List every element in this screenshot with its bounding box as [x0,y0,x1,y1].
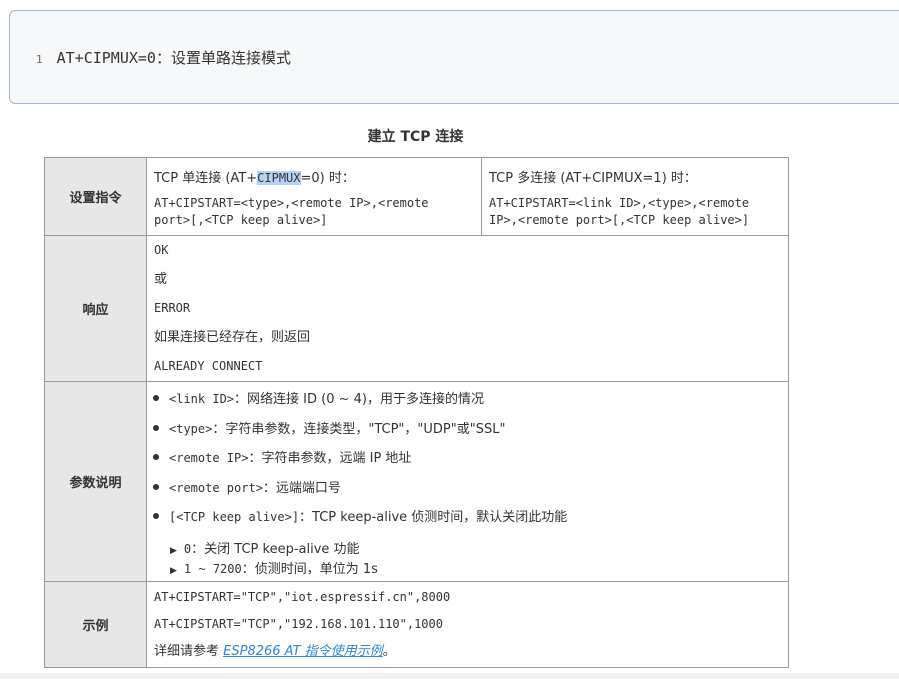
line-number: 1 [36,53,43,66]
multi-command: AT+CIPSTART=<link ID>,<type>,<remote IP>… [489,196,750,227]
cipmux-highlight: CIPMUX [257,171,301,185]
bullet-icon [153,483,159,490]
param-item: <type>：字符串参数，连接类型，"TCP"，"UDP"或"SSL" [147,415,782,445]
bullet-icon [153,395,159,401]
header-set-command: 设置指令 [44,157,147,236]
param-item: [<TCP keep alive>]：TCP keep-alive 侦测时间，默… [147,503,782,533]
cell-params: <link ID>：网络连接 ID (0 ~ 4)，用于多连接的情况 <type… [146,381,789,582]
row-example: 示例 AT+CIPSTART="TCP","iot.espressif.cn",… [44,581,789,668]
header-response: 响应 [44,235,147,382]
param-item: <remote IP>：字符串参数，远端 IP 地址 [147,444,782,474]
response-or: 或 [154,272,168,287]
row-response: 响应 OK 或 ERROR 如果连接已经存在，则返回 ALREADY CONNE… [44,235,789,382]
response-error: ERROR [154,301,191,315]
response-already-connect: ALREADY CONNECT [154,359,263,373]
bullet-icon [153,454,159,460]
example-command-1: AT+CIPSTART="TCP","iot.espressif.cn",800… [154,590,451,604]
triangle-right-icon: ▶ [170,545,177,556]
code-line: 1 AT+CIPMUX=0：设置单路连接模式 [36,47,291,68]
tcp-connection-table: 设置指令 TCP 单连接 (AT+CIPMUX=0) 时： AT+CIPSTAR… [44,157,789,668]
bullet-icon [153,513,159,519]
param-sub-item: ▶ 0：关闭 TCP keep-alive 功能 [170,541,360,557]
response-exists-note: 如果连接已经存在，则返回 [154,330,311,345]
triangle-right-icon: ▶ [170,565,177,576]
example-reference: 详细请参考 ESP8266 AT 指令使用示例。 [154,644,396,659]
code-text: AT+CIPMUX=0：设置单路连接模式 [56,49,291,67]
bottom-scroll-area [0,673,899,679]
table-caption: 建立 TCP 连接 [367,129,464,145]
row-params: 参数说明 <link ID>：网络连接 ID (0 ~ 4)，用于多连接的情况 … [44,381,789,582]
header-params: 参数说明 [44,381,147,582]
row-set-command: 设置指令 TCP 单连接 (AT+CIPMUX=0) 时： AT+CIPSTAR… [44,157,789,236]
param-item: <remote port>：远端端口号 [147,474,782,504]
cell-response: OK 或 ERROR 如果连接已经存在，则返回 ALREADY CONNECT [146,235,789,382]
param-sub-item: ▶ 1 ~ 7200：侦测时间，单位为 1s [170,561,378,577]
response-ok: OK [154,243,169,257]
header-example: 示例 [44,581,147,668]
multi-title: TCP 多连接 (AT+CIPMUX=1) 时： [489,171,697,186]
example-command-2: AT+CIPSTART="TCP","192.168.101.110",1000 [154,617,443,631]
cell-example: AT+CIPSTART="TCP","iot.espressif.cn",800… [146,581,789,668]
param-item: <link ID>：网络连接 ID (0 ~ 4)，用于多连接的情况 [147,385,782,415]
code-block: 1 AT+CIPMUX=0：设置单路连接模式 [9,10,899,104]
bullet-icon [153,424,159,431]
cell-single-connection: TCP 单连接 (AT+CIPMUX=0) 时： AT+CIPSTART=<ty… [146,157,482,236]
single-title: TCP 单连接 (AT+CIPMUX=0) 时： [154,171,355,186]
cell-multi-connection: TCP 多连接 (AT+CIPMUX=1) 时： AT+CIPSTART=<li… [481,157,789,236]
esp8266-examples-link[interactable]: ESP8266 AT 指令使用示例 [223,644,383,659]
single-command: AT+CIPSTART=<type>,<remote IP>,<remote p… [154,196,429,227]
